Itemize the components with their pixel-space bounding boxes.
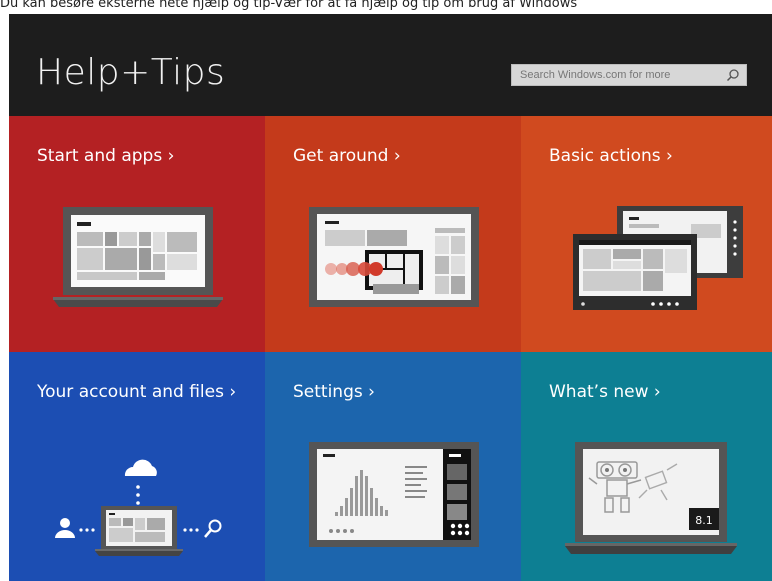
header: Help+Tips	[9, 14, 772, 116]
tile-basic-actions[interactable]: Basic actions ›	[521, 116, 772, 352]
search-input[interactable]	[512, 65, 720, 85]
cloud-icon	[55, 459, 222, 556]
search-box[interactable]	[511, 64, 747, 86]
laptop-icon: 8.1	[565, 442, 737, 554]
tile-get-around[interactable]: Get around ›	[265, 116, 521, 352]
tile-whats-new[interactable]: What’s new › 8.1	[521, 352, 772, 581]
tile-start-and-apps[interactable]: Start and apps ›	[9, 116, 265, 352]
tile-your-account-and-files[interactable]: Your account and files ›	[9, 352, 265, 581]
search-icon	[204, 519, 222, 538]
tablet-icon	[573, 206, 743, 310]
app-title: Help+Tips	[36, 52, 226, 93]
top-caption: Du kan besøre eksterne nete hjælp og tip…	[0, 0, 578, 11]
version-badge: 8.1	[695, 514, 713, 527]
person-icon	[55, 518, 75, 538]
help-tips-app: Help+Tips Start and apps ›	[9, 14, 772, 581]
laptop-icon	[53, 207, 223, 307]
tablet-icon	[309, 207, 479, 307]
search-icon[interactable]	[726, 68, 740, 82]
laptop-icon	[309, 442, 479, 547]
tile-settings[interactable]: Settings ›	[265, 352, 521, 581]
